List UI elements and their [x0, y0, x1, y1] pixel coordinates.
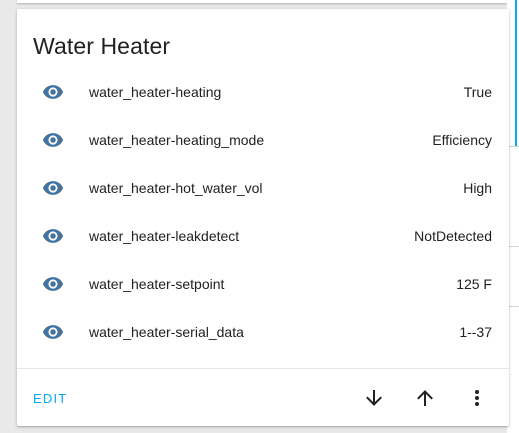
eye-icon — [42, 133, 64, 147]
entity-name: water_heater-heating_mode — [89, 132, 265, 148]
eye-icon — [42, 85, 64, 99]
entity-row-setpoint[interactable]: water_heater-setpoint 125 F — [17, 260, 509, 308]
entity-row-leakdetect[interactable]: water_heater-leakdetect NotDetected — [17, 212, 509, 260]
entity-state: NotDetected — [414, 228, 492, 244]
entity-state: 1--37 — [459, 324, 492, 340]
eye-icon — [42, 181, 64, 195]
entity-name: water_heater-leakdetect — [89, 228, 240, 244]
edit-button[interactable]: EDIT — [33, 391, 67, 406]
entity-name: water_heater-serial_data — [89, 324, 244, 340]
card-actions: EDIT — [17, 368, 509, 427]
entity-state: High — [463, 180, 492, 196]
water-heater-card: Water Heater water_heater-heating True w… — [17, 9, 509, 426]
arrow-down-icon[interactable] — [362, 386, 386, 410]
previous-card — [17, 0, 509, 3]
entity-row-heating-mode[interactable]: water_heater-heating_mode Efficiency — [17, 116, 509, 164]
arrow-up-icon[interactable] — [413, 386, 437, 410]
entity-row-heating[interactable]: water_heater-heating True — [17, 68, 509, 116]
entity-list: water_heater-heating True water_heater-h… — [17, 68, 509, 356]
entity-row-hot-water-vol[interactable]: water_heater-hot_water_vol High — [17, 164, 509, 212]
card-title: Water Heater — [33, 33, 171, 59]
adjacent-card-divider — [508, 146, 519, 147]
eye-icon — [42, 277, 64, 291]
eye-icon — [42, 229, 64, 243]
entity-name: water_heater-heating — [89, 84, 222, 100]
entity-state: True — [463, 84, 492, 100]
entity-state: Efficiency — [432, 132, 492, 148]
entity-name: water_heater-hot_water_vol — [89, 180, 263, 196]
more-vertical-icon[interactable] — [465, 386, 489, 410]
entity-name: water_heater-setpoint — [89, 276, 225, 292]
eye-icon — [42, 325, 64, 339]
entity-state: 125 F — [456, 276, 492, 292]
entity-row-serial-data[interactable]: water_heater-serial_data 1--37 — [17, 308, 509, 356]
adjacent-card-divider — [508, 306, 519, 307]
adjacent-card-divider — [508, 246, 519, 247]
adjacent-card-accent — [515, 0, 517, 146]
